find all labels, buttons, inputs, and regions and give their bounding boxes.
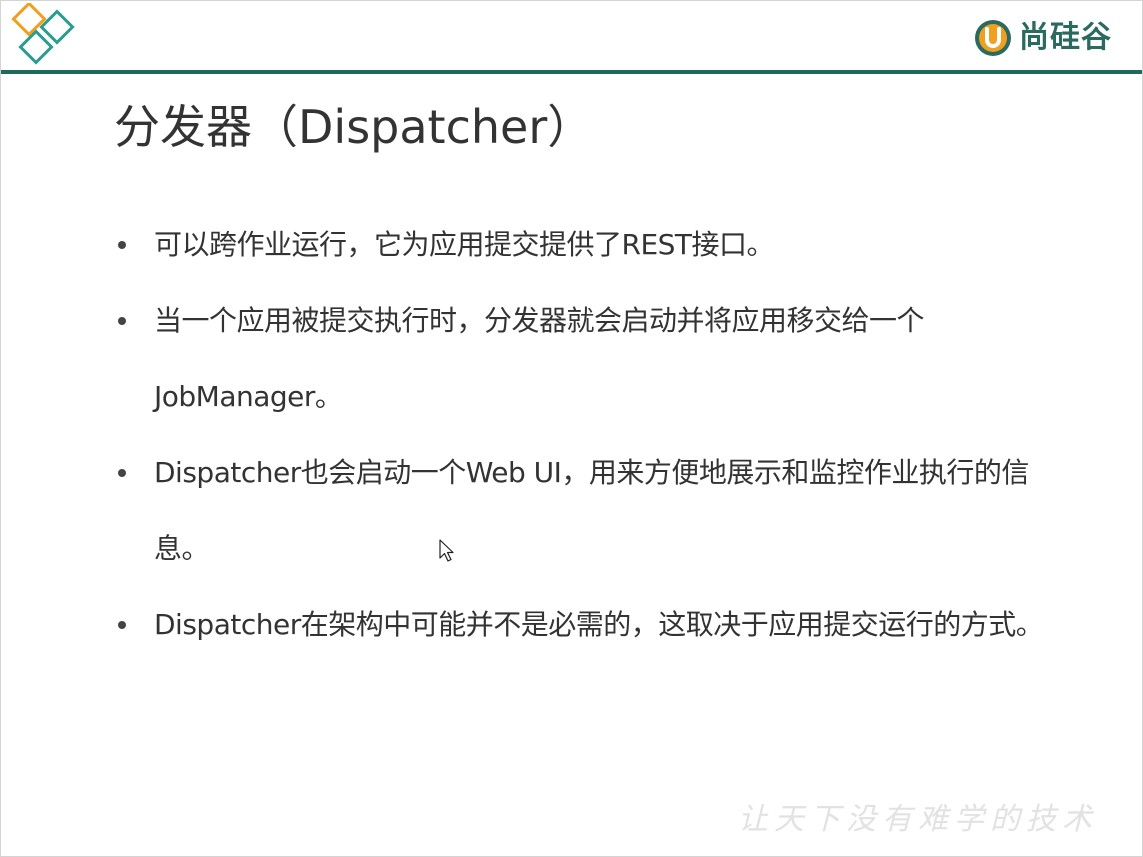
- bullet-dot-icon: [118, 469, 126, 477]
- slide-title: 分发器（Dispatcher）: [114, 100, 594, 154]
- bullet-item: Dispatcher在架构中可能并不是必需的，这取决于应用提交运行的方式。: [114, 587, 1044, 663]
- bullet-dot-icon: [118, 621, 126, 629]
- brand-mark-icon: [975, 20, 1011, 56]
- brand-name: 尚硅谷: [1019, 20, 1112, 55]
- bullet-text: 可以跨作业运行，它为应用提交提供了REST接口。: [154, 228, 775, 261]
- footer-slogan: 让天下没有难学的技术: [738, 802, 1098, 837]
- bullet-item: Dispatcher也会启动一个Web UI，用来方便地展示和监控作业执行的信息…: [114, 435, 1044, 587]
- slide-header: 尚硅谷: [1, 1, 1142, 72]
- slide: 尚硅谷 分发器（Dispatcher） 可以跨作业运行，它为应用提交提供了RES…: [0, 0, 1143, 857]
- header-divider: [1, 70, 1142, 74]
- bullet-dot-icon: [118, 241, 126, 249]
- bullet-text: Dispatcher在架构中可能并不是必需的，这取决于应用提交运行的方式。: [154, 608, 1044, 641]
- mouse-cursor-icon: [439, 539, 454, 562]
- diamond-logo-icon: [11, 3, 75, 65]
- bullet-list: 可以跨作业运行，它为应用提交提供了REST接口。 当一个应用被提交执行时，分发器…: [114, 207, 1044, 663]
- bullet-dot-icon: [118, 317, 126, 325]
- bullet-item: 当一个应用被提交执行时，分发器就会启动并将应用移交给一个JobManager。: [114, 283, 1044, 435]
- bullet-text: Dispatcher也会启动一个Web UI，用来方便地展示和监控作业执行的信息…: [154, 456, 1029, 565]
- bullet-text: 当一个应用被提交执行时，分发器就会启动并将应用移交给一个JobManager。: [154, 304, 925, 413]
- brand-logo: 尚硅谷: [973, 15, 1112, 61]
- bullet-item: 可以跨作业运行，它为应用提交提供了REST接口。: [114, 207, 1044, 283]
